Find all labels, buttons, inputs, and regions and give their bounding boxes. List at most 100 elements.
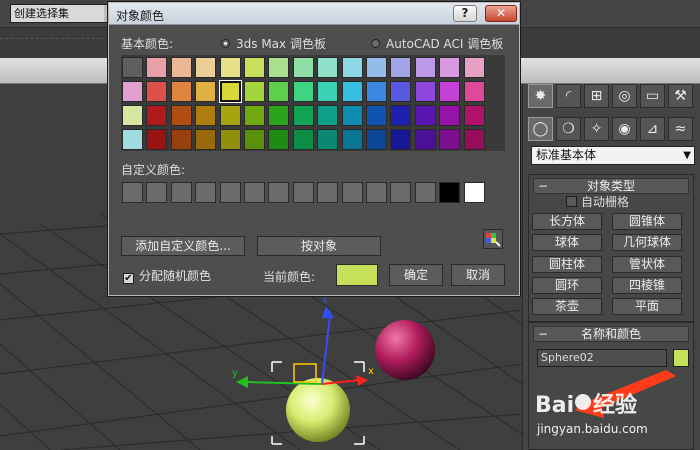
color-swatch[interactable]: [390, 105, 412, 126]
color-swatch[interactable]: [244, 129, 265, 150]
sphere-button[interactable]: 球体: [532, 234, 602, 251]
color-swatch[interactable]: [122, 81, 143, 102]
torus-button[interactable]: 圆环: [532, 277, 602, 294]
object-type-header[interactable]: − 对象类型: [533, 178, 689, 194]
color-swatch[interactable]: [244, 81, 265, 102]
cancel-button[interactable]: 取消: [451, 264, 505, 286]
cone-button[interactable]: 圆锥体: [612, 213, 682, 230]
primitive-type-dropdown[interactable]: 标准基本体 ▼: [531, 146, 695, 165]
color-swatch[interactable]: [390, 129, 412, 150]
help-button[interactable]: ?: [453, 5, 477, 22]
custom-color-swatch[interactable]: [268, 182, 290, 203]
color-swatch[interactable]: [439, 57, 461, 78]
color-swatch[interactable]: [268, 129, 290, 150]
color-swatch[interactable]: [122, 57, 143, 78]
custom-color-swatch[interactable]: [366, 182, 387, 203]
space-warps-icon[interactable]: ≈: [668, 117, 693, 141]
dialog-titlebar[interactable]: 对象颜色 ? ✕: [109, 3, 519, 25]
assign-random-colors-checkbox[interactable]: ✔ 分配随机颜色: [123, 267, 211, 284]
custom-color-swatch[interactable]: [244, 182, 265, 203]
color-swatch[interactable]: [146, 81, 168, 102]
custom-color-swatch[interactable]: [341, 182, 363, 203]
pyramid-button[interactable]: 四棱锥: [612, 277, 682, 294]
custom-color-swatch[interactable]: [219, 182, 241, 203]
geometry-icon[interactable]: ◯: [528, 117, 553, 141]
custom-color-swatch[interactable]: [170, 182, 192, 203]
color-swatch[interactable]: [244, 57, 265, 78]
color-swatch[interactable]: [122, 105, 143, 126]
custom-color-swatch[interactable]: [317, 182, 339, 203]
object-name-field[interactable]: Sphere02: [537, 349, 667, 367]
color-swatch[interactable]: [244, 105, 265, 126]
color-swatch[interactable]: [439, 105, 461, 126]
color-swatch[interactable]: [463, 129, 485, 150]
color-swatch[interactable]: [317, 105, 339, 126]
color-swatch[interactable]: [195, 81, 217, 102]
color-swatch[interactable]: [414, 129, 436, 150]
max-palette-radio[interactable]: 3ds Max 调色板: [221, 35, 326, 52]
selection-set-dropdown[interactable]: 创建选择集: [10, 4, 110, 23]
color-swatch[interactable]: [390, 81, 412, 102]
plane-button[interactable]: 平面: [612, 298, 682, 315]
color-swatch[interactable]: [292, 57, 314, 78]
aci-palette-radio[interactable]: AutoCAD ACI 调色板: [371, 35, 503, 52]
hierarchy-tab-icon[interactable]: ⊞: [584, 84, 609, 108]
color-swatch[interactable]: [341, 105, 363, 126]
color-swatch[interactable]: [219, 129, 241, 150]
geosphere-button[interactable]: 几何球体: [612, 234, 682, 251]
custom-color-swatch[interactable]: [146, 182, 168, 203]
object-color-swatch[interactable]: [673, 349, 689, 367]
box-button[interactable]: 长方体: [532, 213, 602, 230]
color-swatch[interactable]: [463, 81, 485, 102]
color-swatch[interactable]: [317, 129, 339, 150]
color-swatch[interactable]: [146, 105, 168, 126]
color-swatch[interactable]: [439, 129, 461, 150]
by-object-button[interactable]: 按对象: [257, 236, 381, 256]
color-swatch[interactable]: [146, 57, 168, 78]
motion-tab-icon[interactable]: ◎: [612, 84, 637, 108]
custom-color-swatch[interactable]: [463, 182, 485, 203]
custom-color-swatch[interactable]: [122, 182, 143, 203]
color-picker-icon[interactable]: [483, 229, 503, 249]
custom-color-swatch[interactable]: [292, 182, 314, 203]
color-swatch[interactable]: [366, 129, 387, 150]
color-swatch[interactable]: [366, 57, 387, 78]
color-swatch[interactable]: [170, 105, 192, 126]
close-button[interactable]: ✕: [485, 5, 517, 22]
add-custom-color-button[interactable]: 添加自定义颜色...: [121, 236, 245, 256]
color-swatch[interactable]: [268, 57, 290, 78]
color-swatch[interactable]: [317, 81, 339, 102]
color-swatch[interactable]: [170, 129, 192, 150]
color-swatch[interactable]: [195, 129, 217, 150]
teapot-button[interactable]: 茶壶: [532, 298, 602, 315]
tube-button[interactable]: 管状体: [612, 256, 682, 273]
color-swatch[interactable]: [341, 81, 363, 102]
color-swatch[interactable]: [122, 129, 143, 150]
color-swatch[interactable]: [414, 105, 436, 126]
custom-color-swatch[interactable]: [195, 182, 217, 203]
create-tab-icon[interactable]: ✸: [528, 84, 553, 108]
color-swatch[interactable]: [341, 129, 363, 150]
cameras-icon[interactable]: ◉: [612, 117, 637, 141]
modify-tab-icon[interactable]: ◜: [556, 84, 581, 108]
color-swatch[interactable]: [292, 129, 314, 150]
color-swatch[interactable]: [268, 105, 290, 126]
utilities-tab-icon[interactable]: ⚒: [668, 84, 693, 108]
color-swatch[interactable]: [170, 81, 192, 102]
custom-color-swatch[interactable]: [390, 182, 412, 203]
color-swatch[interactable]: [219, 81, 241, 102]
color-swatch[interactable]: [463, 57, 485, 78]
color-swatch[interactable]: [146, 129, 168, 150]
color-swatch[interactable]: [366, 81, 387, 102]
color-swatch[interactable]: [439, 81, 461, 102]
custom-color-swatch[interactable]: [439, 182, 461, 203]
color-swatch[interactable]: [292, 105, 314, 126]
color-swatch[interactable]: [317, 57, 339, 78]
color-swatch[interactable]: [366, 105, 387, 126]
color-swatch[interactable]: [414, 57, 436, 78]
lights-icon[interactable]: ✧: [584, 117, 609, 141]
color-swatch[interactable]: [219, 57, 241, 78]
color-swatch[interactable]: [195, 105, 217, 126]
display-tab-icon[interactable]: ▭: [640, 84, 665, 108]
color-swatch[interactable]: [219, 105, 241, 126]
